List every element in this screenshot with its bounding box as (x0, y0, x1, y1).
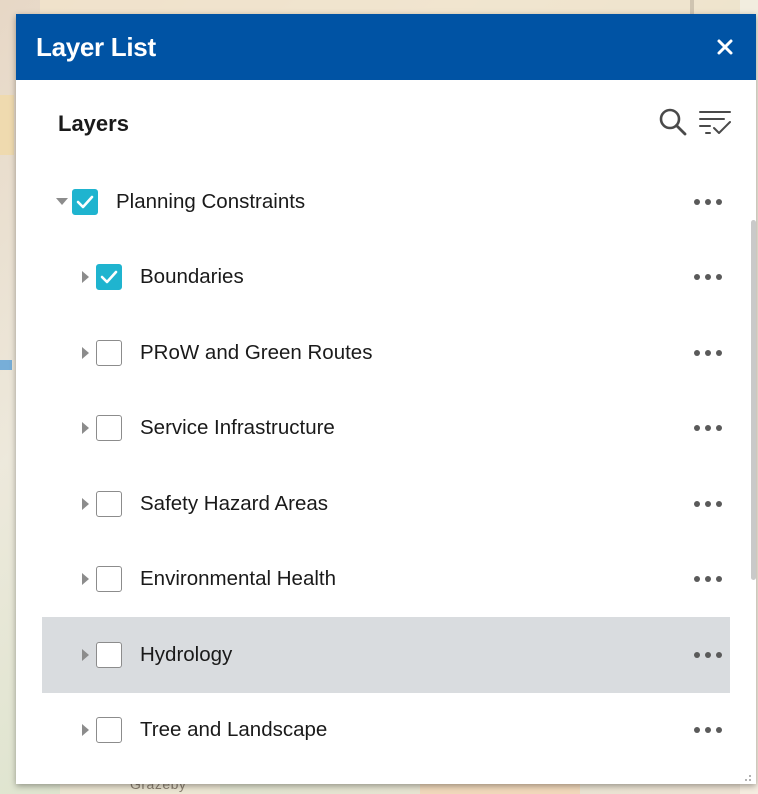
more-options-icon (694, 576, 722, 583)
expand-toggle[interactable] (54, 194, 70, 210)
checkmark-icon (100, 270, 118, 284)
layer-options-button[interactable] (688, 489, 728, 519)
more-options-icon (694, 500, 722, 507)
expand-toggle[interactable] (78, 571, 94, 587)
layer-options-button[interactable] (688, 640, 728, 670)
layer-options-button[interactable] (688, 338, 728, 368)
resize-handle-icon[interactable] (742, 772, 752, 782)
expand-toggle[interactable] (78, 496, 94, 512)
layer-row-tree-and-landscape[interactable]: Tree and Landscape (42, 693, 730, 769)
layer-row-prow-and-green-routes[interactable]: PRoW and Green Routes (42, 315, 730, 391)
more-options-icon (694, 651, 722, 658)
caret-down-icon (56, 197, 68, 205)
layer-list-panel: Layer List Layers Planning Constraints B… (16, 14, 756, 784)
layer-label: Service Infrastructure (140, 416, 335, 440)
layer-options-button[interactable] (688, 715, 728, 745)
close-button[interactable] (710, 32, 740, 62)
layer-label: PRoW and Green Routes (140, 340, 373, 364)
layers-tools (656, 105, 732, 139)
expand-toggle[interactable] (78, 647, 94, 663)
more-options-icon (694, 198, 722, 205)
layer-label: Planning Constraints (116, 189, 306, 213)
panel-title: Layer List (36, 31, 156, 62)
layer-checkbox[interactable] (96, 566, 122, 593)
caret-right-icon (82, 573, 89, 586)
layers-toolbar: Layers (42, 80, 732, 164)
more-options-icon (694, 274, 722, 281)
layer-options-button[interactable] (688, 564, 728, 594)
caret-right-icon (82, 271, 89, 284)
layer-label: Environmental Health (140, 567, 336, 591)
layer-row-planning-constraints[interactable]: Planning Constraints (42, 164, 730, 240)
panel-header: Layer List (16, 14, 756, 80)
layer-label: Tree and Landscape (140, 718, 328, 742)
layer-label: Hydrology (140, 642, 233, 666)
layer-options-button[interactable] (688, 413, 728, 443)
search-icon (659, 108, 687, 136)
layer-label: Boundaries (140, 265, 244, 289)
layer-checkbox[interactable] (96, 264, 122, 291)
panel-body: Layers Planning Constraints Boundaries P… (16, 80, 756, 768)
expand-toggle[interactable] (78, 420, 94, 436)
layer-row-boundaries[interactable]: Boundaries (42, 240, 730, 316)
scrollbar[interactable] (751, 220, 756, 580)
map-feature (40, 0, 740, 14)
filter-list-icon (699, 111, 731, 134)
layer-row-hydrology[interactable]: Hydrology (42, 617, 730, 693)
expand-toggle[interactable] (78, 722, 94, 738)
caret-right-icon (82, 497, 89, 510)
more-options-icon (694, 425, 722, 432)
close-icon (717, 39, 733, 55)
caret-right-icon (82, 422, 89, 435)
caret-right-icon (82, 648, 89, 661)
expand-toggle[interactable] (78, 269, 94, 285)
caret-right-icon (82, 346, 89, 359)
filter-button[interactable] (698, 105, 732, 139)
search-button[interactable] (656, 105, 690, 139)
layer-row-safety-hazard-areas[interactable]: Safety Hazard Areas (42, 466, 730, 542)
checkmark-icon (76, 195, 94, 209)
layer-label: Safety Hazard Areas (140, 491, 329, 515)
layer-checkbox[interactable] (96, 339, 122, 366)
layer-checkbox[interactable] (96, 717, 122, 744)
layer-row-environmental-health[interactable]: Environmental Health (42, 542, 730, 618)
map-feature (0, 360, 12, 370)
layer-checkbox[interactable] (96, 490, 122, 517)
layer-row-service-infrastructure[interactable]: Service Infrastructure (42, 391, 730, 467)
more-options-icon (694, 349, 722, 356)
more-options-icon (694, 727, 722, 734)
layer-checkbox[interactable] (96, 641, 122, 668)
caret-right-icon (82, 724, 89, 737)
layer-options-button[interactable] (688, 262, 728, 292)
expand-toggle[interactable] (78, 345, 94, 361)
map-feature (0, 95, 14, 155)
layer-options-button[interactable] (688, 187, 728, 217)
layer-checkbox[interactable] (96, 415, 122, 442)
layer-tree: Planning Constraints Boundaries PRoW and… (42, 164, 730, 768)
layer-checkbox[interactable] (72, 188, 98, 215)
layers-heading: Layers (58, 111, 129, 136)
